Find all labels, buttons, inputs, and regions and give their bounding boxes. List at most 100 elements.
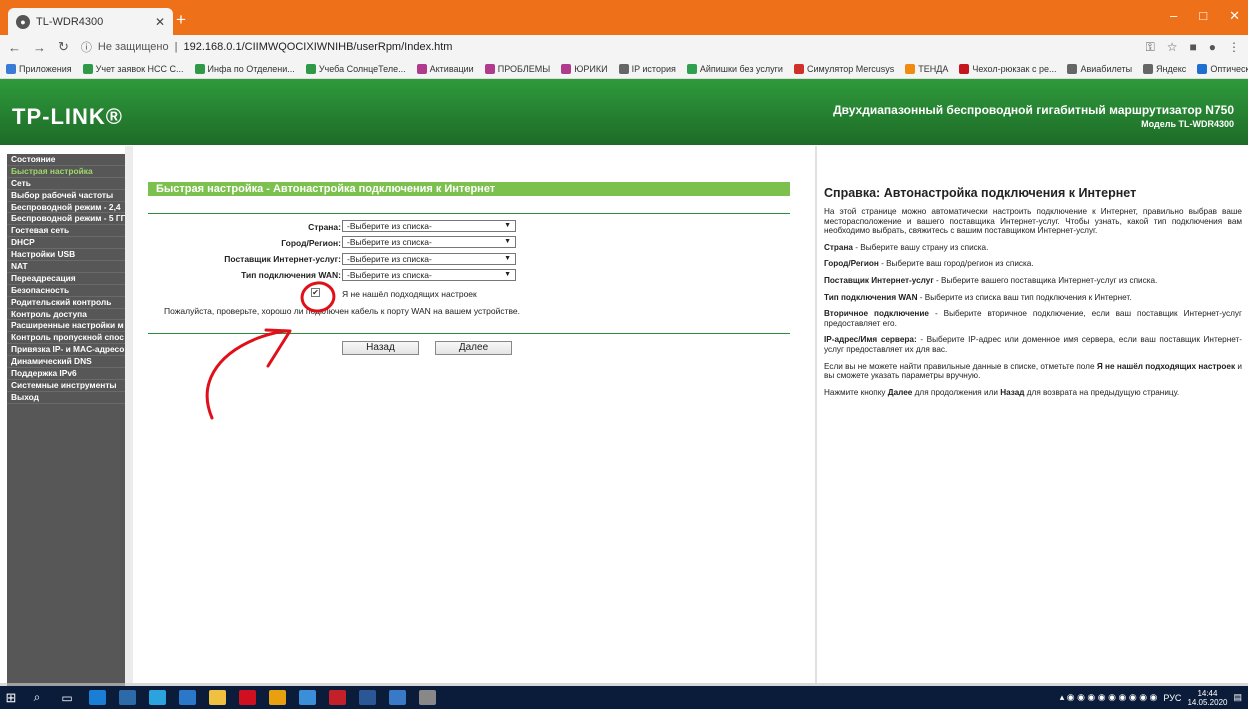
back-button[interactable]: Назад (342, 341, 419, 355)
sidebar-item[interactable]: Расширенные настройки м (7, 320, 125, 333)
sidebar-item[interactable]: Беспроводной режим - 5 ГГ (7, 213, 125, 226)
tray-icons[interactable]: ▴ ◉ ◉ ◉ ◉ ◉ ◉ ◉ ◉ ◉ (1060, 692, 1158, 703)
country-select[interactable]: -Выберите из списка- ▼ (342, 220, 516, 232)
forward-arrow-icon[interactable]: → (33, 40, 46, 55)
router-model: Модель TL-WDR4300 (1141, 119, 1234, 129)
help-panel: Справка: Автонастройка подключения к Инт… (817, 146, 1248, 683)
sidebar-item[interactable]: Безопасность (7, 285, 125, 297)
bookmark-icon (561, 63, 572, 74)
dropdown-arrow-icon: ▼ (504, 271, 511, 278)
sidebar-item[interactable]: Динамический DNS (7, 356, 125, 369)
bookmark-icon (1197, 63, 1208, 74)
router-header: TP-LINK® Двухдиапазонный беспроводной ги… (0, 79, 1248, 145)
profile-icon[interactable]: ● (1209, 40, 1216, 55)
bookmark-icon (793, 63, 804, 74)
app-icon[interactable] (292, 686, 322, 709)
explorer-icon[interactable] (202, 686, 232, 709)
sidebar-item[interactable]: DHCP (7, 237, 125, 250)
bookmark-icon (905, 63, 916, 74)
star-icon[interactable]: ☆ (1167, 40, 1178, 55)
app-icon[interactable] (412, 686, 442, 709)
info-icon[interactable]: ⓘ (81, 39, 92, 55)
bookmark-item[interactable]: Чехол-рюкзак с ре... (959, 63, 1056, 74)
bookmark-icon (686, 63, 697, 74)
sidebar-item[interactable]: Системные инструменты (7, 380, 125, 392)
manual-settings-checkbox[interactable]: ✔ (311, 288, 320, 297)
divider (148, 333, 790, 334)
sidebar-item[interactable]: Выбор рабочей частоты (7, 190, 125, 202)
search-icon[interactable]: ⌕ (22, 686, 52, 709)
extension-icon[interactable]: ■ (1190, 40, 1197, 55)
bookmark-item[interactable]: ТЕНДА (905, 63, 948, 74)
menu-icon[interactable]: ⋮ (1228, 40, 1240, 55)
bookmark-item[interactable]: Симулятор Mercusys (793, 63, 894, 74)
help-manual: Если вы не можете найти правильные данны… (824, 361, 1242, 381)
notifications-icon[interactable]: ▤ (1233, 692, 1242, 703)
city-select[interactable]: -Выберите из списка- ▼ (342, 236, 516, 248)
bookmark-item[interactable]: Инфа по Отделени... (194, 63, 295, 74)
wan-type-select[interactable]: -Выберите из списка- ▼ (342, 269, 516, 281)
edge-icon[interactable] (82, 686, 112, 709)
sidebar-item[interactable]: Привязка IP- и MAC-адресо (7, 344, 125, 357)
router-title: Двухдиапазонный беспроводной гигабитный … (833, 103, 1234, 117)
bookmark-item[interactable]: Айпишки без услуги (686, 63, 783, 74)
telegram-icon[interactable] (142, 686, 172, 709)
word-icon[interactable] (352, 686, 382, 709)
back-arrow-icon[interactable]: ← (8, 40, 21, 55)
bookmark-icon (82, 63, 93, 74)
opera-icon[interactable] (232, 686, 262, 709)
sidebar-item[interactable]: Беспроводной режим - 2,4 (7, 202, 125, 214)
address-toolbar: ← → ↻ ⓘ Не защищено | 192.168.0.1/CIIMWQ… (0, 35, 1248, 59)
bookmark-item[interactable]: IP история (618, 63, 676, 74)
close-window-button[interactable]: ✕ (1229, 8, 1240, 24)
bookmark-item[interactable]: Авиабилеты (1067, 63, 1132, 74)
key-icon[interactable]: ⚿ (1146, 40, 1155, 55)
toolbar-icons: ⚿ ☆ ■ ● ⋮ (1146, 40, 1240, 55)
sidebar-item[interactable]: Настройки USB (7, 249, 125, 262)
sidebar-item[interactable]: Быстрая настройка (7, 166, 125, 178)
manual-settings-label: Я не нашёл подходящих настроек (342, 289, 477, 299)
sidebar-item[interactable]: Гостевая сеть (7, 225, 125, 238)
browser-tab[interactable]: ● TL-WDR4300 ✕ (8, 8, 173, 35)
mail-icon[interactable] (172, 686, 202, 709)
next-button[interactable]: Далее (435, 341, 512, 355)
task-view-icon[interactable]: ▭ (52, 686, 82, 709)
url-text[interactable]: 192.168.0.1/CIIMWQOCIXIWNIHB/userRpm/Ind… (183, 41, 452, 53)
sidebar-gutter (125, 146, 133, 683)
sidebar-item[interactable]: Переадресация (7, 273, 125, 285)
app-icon[interactable] (382, 686, 412, 709)
bookmark-item[interactable]: Учет заявок НСС С... (82, 63, 184, 74)
new-tab-button[interactable]: + (176, 10, 186, 30)
bookmark-item[interactable]: Яндекс (1143, 63, 1186, 74)
sidebar-item[interactable]: NAT (7, 261, 125, 273)
clock[interactable]: 14:44 14.05.2020 (1187, 689, 1227, 707)
app-icon[interactable] (322, 686, 352, 709)
maximize-button[interactable]: □ (1199, 8, 1207, 24)
windows-start-icon[interactable]: ⊞ (0, 686, 22, 709)
sidebar-item[interactable]: Родительский контроль (7, 297, 125, 309)
sidebar-item[interactable]: Сеть (7, 178, 125, 190)
sidebar-item[interactable]: Контроль пропускной спос (7, 332, 125, 345)
bookmark-item[interactable]: Приложения (6, 63, 72, 74)
dropdown-arrow-icon: ▼ (504, 238, 511, 245)
app-icon[interactable] (112, 686, 142, 709)
bookmark-item[interactable]: Учеба СолнцеТеле... (305, 63, 406, 74)
chrome-icon[interactable] (262, 686, 292, 709)
sidebar-item[interactable]: Поддержка IPv6 (7, 368, 125, 380)
bookmark-item[interactable]: Оптические волок... (1197, 63, 1248, 74)
close-tab-icon[interactable]: ✕ (155, 15, 165, 29)
isp-select[interactable]: -Выберите из списка- ▼ (342, 253, 516, 265)
help-intro: На этой странице можно автоматически нас… (824, 207, 1242, 236)
sidebar-item[interactable]: Контроль доступа (7, 309, 125, 321)
bookmark-item[interactable]: ПРОБЛЕМЫ (484, 63, 550, 74)
bookmark-item[interactable]: Активации (416, 63, 474, 74)
browser-titlebar: ● TL-WDR4300 ✕ + – □ ✕ (0, 0, 1248, 35)
bookmark-icon (618, 63, 629, 74)
address-bar[interactable]: ⓘ Не защищено | 192.168.0.1/CIIMWQOCIXIW… (81, 39, 1134, 55)
reload-icon[interactable]: ↻ (58, 39, 69, 55)
bookmark-item[interactable]: ЮРИКИ (561, 63, 608, 74)
sidebar-item[interactable]: Выход (7, 392, 125, 404)
sidebar-item[interactable]: Состояние (7, 154, 125, 166)
language-indicator[interactable]: РУС (1163, 693, 1181, 703)
minimize-button[interactable]: – (1170, 8, 1177, 24)
